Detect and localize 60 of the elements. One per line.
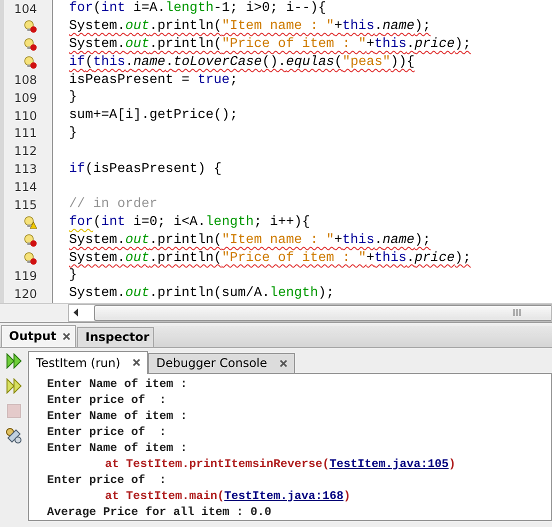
toolbar-button[interactable] — [4, 426, 24, 446]
code-line: } — [69, 126, 78, 141]
console-tab[interactable]: TestItem (run) — [28, 350, 148, 374]
code-line: for(int i=0; i<A.length; i++){ — [69, 214, 310, 230]
console-line: Enter price of : — [47, 424, 168, 440]
code-line: isPeasPresent = true; — [69, 72, 238, 88]
line-number: 114 — [14, 180, 37, 194]
code-line: } — [69, 268, 78, 284]
close-icon[interactable] — [279, 358, 288, 368]
toolbar-button[interactable] — [4, 376, 24, 396]
rerun-icon — [6, 353, 22, 370]
error-bulb-icon[interactable] — [24, 252, 37, 265]
console-line: Enter price of : — [47, 472, 168, 488]
panel-tab[interactable]: Inspector — [77, 326, 154, 347]
grip-icon — [513, 309, 521, 316]
console-tab[interactable]: Debugger Console — [148, 352, 296, 373]
source-link[interactable]: TestItem.java:168 — [224, 488, 344, 503]
error-bulb-icon[interactable] — [24, 38, 37, 51]
stack-trace-line: at TestItem.printItemsinReverse(TestItem.java:105) — [104, 456, 457, 472]
code-line: System.out.println("Item name : "+this.name); — [69, 19, 431, 34]
line-number: 119 — [14, 268, 37, 283]
console-line: Enter Name of item : — [47, 376, 188, 392]
line-number: 110 — [14, 108, 37, 123]
line-number: 108 — [14, 73, 37, 88]
close-icon[interactable] — [62, 332, 72, 341]
line-number: 109 — [14, 90, 37, 105]
error-bulb-icon[interactable] — [24, 234, 37, 247]
line-number: 120 — [14, 286, 37, 301]
code-line: System.out.println("Price of item : "+this.price); — [69, 250, 471, 266]
code-line: System.out.println(sum/A.length); — [69, 286, 334, 302]
panel-tab[interactable]: Output — [1, 324, 76, 347]
scroll-left-icon[interactable] — [72, 308, 80, 318]
stop-icon — [7, 404, 21, 418]
code-line: } — [69, 90, 78, 106]
line-number: 115 — [14, 198, 37, 212]
code-line: System.out.println("Price of item : "+this.price); — [69, 36, 471, 52]
horizontal-scrollbar[interactable] — [0, 302, 552, 322]
line-number: 111 — [14, 126, 37, 140]
line-number: 104 — [14, 2, 37, 16]
error-bulb-icon[interactable] — [24, 56, 37, 69]
console-line: Enter Name of item : — [47, 408, 188, 424]
code-line: // in order — [69, 197, 158, 212]
code-line: if(isPeasPresent) { — [69, 162, 222, 177]
wrench-icon — [5, 427, 23, 446]
stack-trace-line: at TestItem.main(TestItem.java:168) — [104, 488, 352, 504]
source-link[interactable]: TestItem.java:105 — [329, 456, 449, 471]
code-line: sum+=A[i].getPrice(); — [69, 108, 238, 124]
warning-bulb-icon[interactable] — [24, 216, 37, 229]
close-icon[interactable] — [132, 358, 142, 368]
line-number: 113 — [14, 162, 37, 176]
code-line: for(int i=A.length-1; i>0; i--){ — [69, 1, 326, 16]
console-line: Average Price for all item : 0.0 — [47, 504, 272, 520]
toolbar-button[interactable] — [4, 352, 24, 371]
code-line: if(this.name.toLoverCase().equlas("peas")){ — [69, 54, 415, 70]
console-line: Enter price of : — [47, 392, 168, 408]
console-line: Enter Name of item : — [47, 440, 188, 456]
line-number: 112 — [14, 144, 37, 158]
rerun-options-icon — [6, 378, 22, 394]
code-line: System.out.println("Item name : "+this.name); — [69, 232, 431, 248]
error-bulb-icon[interactable] — [24, 20, 37, 34]
